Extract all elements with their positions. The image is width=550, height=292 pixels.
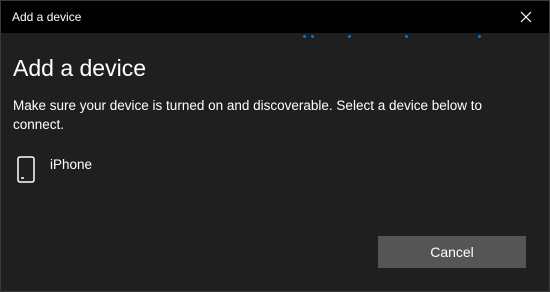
close-icon xyxy=(520,11,532,23)
progress-dot xyxy=(348,35,351,38)
progress-dot xyxy=(303,35,306,38)
progress-dot xyxy=(311,35,314,38)
progress-dot xyxy=(478,35,481,38)
instructions-text: Make sure your device is turned on and d… xyxy=(13,98,483,132)
progress-dot xyxy=(405,35,408,38)
cancel-button[interactable]: Cancel xyxy=(378,236,526,268)
phone-icon xyxy=(17,156,35,183)
title-bar: Add a device xyxy=(1,1,549,33)
window-title: Add a device xyxy=(12,10,82,24)
close-button[interactable] xyxy=(503,1,549,33)
device-list-item[interactable]: iPhone xyxy=(9,151,309,191)
page-heading: Add a device xyxy=(13,55,146,81)
searching-progress-indicator xyxy=(1,33,549,39)
add-device-dialog: Add a device Add a device Make sure your… xyxy=(0,0,550,292)
device-name: iPhone xyxy=(50,157,93,172)
